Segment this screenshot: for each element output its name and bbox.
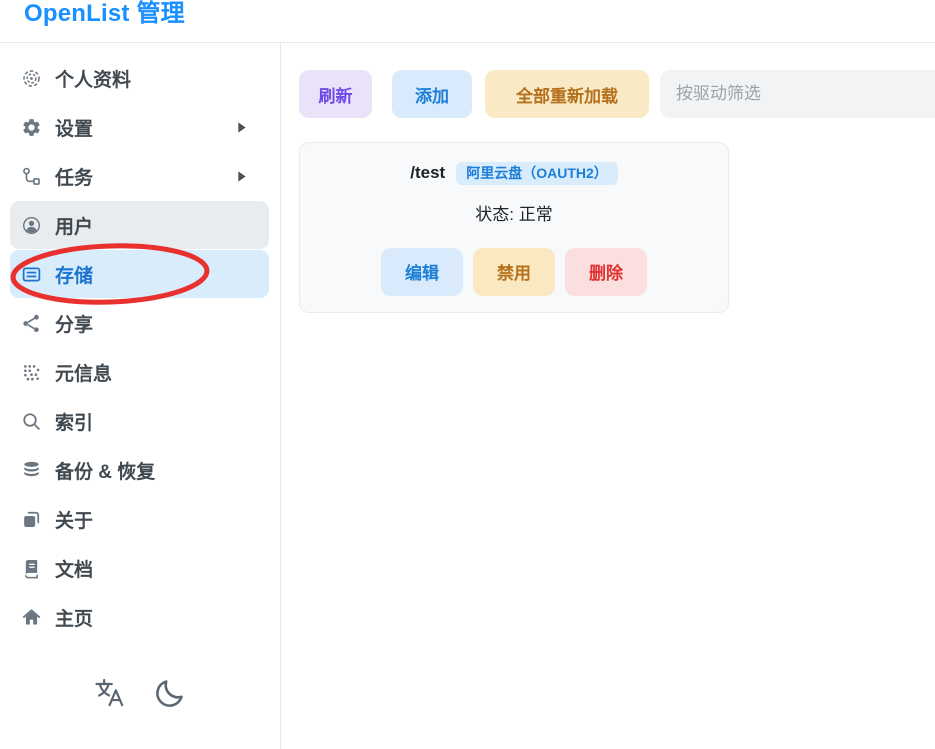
storage-toolbar: 刷新 添加 全部重新加载 xyxy=(299,70,935,118)
disable-button[interactable]: 禁用 xyxy=(473,248,555,296)
sidebar-footer xyxy=(0,675,280,711)
sidebar-item-label: 索引 xyxy=(55,408,93,435)
tasks-icon xyxy=(20,165,43,188)
driver-filter-input[interactable] xyxy=(660,70,935,118)
chevron-right-icon[interactable] xyxy=(232,118,251,137)
sidebar-item-profile[interactable]: 个人资料 xyxy=(10,54,269,102)
fingerprint-icon xyxy=(20,67,43,90)
sidebar-item-label: 关于 xyxy=(55,506,93,533)
main-content: 刷新 添加 全部重新加载 /test 阿里云盘（OAUTH2） 状态: 正常 编… xyxy=(281,43,935,749)
refresh-button[interactable]: 刷新 xyxy=(299,70,372,118)
sidebar-item-label: 主页 xyxy=(55,604,93,631)
translate-icon[interactable] xyxy=(92,675,128,711)
openlist-admin-page: OpenList 管理 个人资料 设置 xyxy=(0,0,935,749)
sidebar-item-label: 用户 xyxy=(55,212,93,239)
sidebar-item-label: 存储 xyxy=(55,261,93,288)
storage-card-header: /test 阿里云盘（OAUTH2） xyxy=(310,162,718,185)
sidebar-item-backup[interactable]: 备份 & 恢复 xyxy=(10,446,269,494)
sidebar-item-tasks[interactable]: 任务 xyxy=(10,152,269,200)
share-icon xyxy=(20,312,43,335)
sidebar-item-metadata[interactable]: 元信息 xyxy=(10,348,269,396)
database-icon xyxy=(20,459,43,482)
page-title: OpenList 管理 xyxy=(24,0,185,28)
storage-card-actions: 编辑 禁用 删除 xyxy=(310,248,718,296)
mount-path: /test xyxy=(410,163,445,183)
sidebar-item-docs[interactable]: 文档 xyxy=(10,544,269,592)
sidebar-item-users[interactable]: 用户 xyxy=(10,201,269,249)
search-icon xyxy=(20,410,43,433)
home-icon xyxy=(20,606,43,629)
sidebar-item-share[interactable]: 分享 xyxy=(10,299,269,347)
chevron-right-icon[interactable] xyxy=(232,167,251,186)
sidebar-item-home[interactable]: 主页 xyxy=(10,593,269,641)
moon-icon[interactable] xyxy=(152,675,188,711)
status-text: 状态: 正常 xyxy=(310,200,718,225)
sidebar-item-label: 元信息 xyxy=(55,359,112,386)
reload-all-button[interactable]: 全部重新加载 xyxy=(485,70,649,118)
sidebar: 个人资料 设置 任务 xyxy=(0,43,281,749)
about-icon xyxy=(20,508,43,531)
sidebar-item-label: 文档 xyxy=(55,555,93,582)
metadata-icon xyxy=(20,361,43,384)
sidebar-item-settings[interactable]: 设置 xyxy=(10,103,269,151)
delete-button[interactable]: 删除 xyxy=(565,248,647,296)
user-icon xyxy=(20,214,43,237)
add-button[interactable]: 添加 xyxy=(392,70,472,118)
header: OpenList 管理 xyxy=(0,0,935,43)
sidebar-item-label: 备份 & 恢复 xyxy=(55,457,155,484)
sidebar-item-about[interactable]: 关于 xyxy=(10,495,269,543)
edit-button[interactable]: 编辑 xyxy=(381,248,463,296)
sidebar-item-label: 个人资料 xyxy=(55,65,131,92)
sidebar-item-label: 任务 xyxy=(55,163,93,190)
sidebar-item-label: 设置 xyxy=(55,114,93,141)
storage-icon xyxy=(20,263,43,286)
storage-card: /test 阿里云盘（OAUTH2） 状态: 正常 编辑 禁用 删除 xyxy=(299,142,729,313)
sidebar-item-label: 分享 xyxy=(55,310,93,337)
gear-icon xyxy=(20,116,43,139)
sidebar-item-index[interactable]: 索引 xyxy=(10,397,269,445)
driver-badge: 阿里云盘（OAUTH2） xyxy=(456,162,618,185)
docs-icon xyxy=(20,557,43,580)
sidebar-item-storage[interactable]: 存储 xyxy=(10,250,269,298)
